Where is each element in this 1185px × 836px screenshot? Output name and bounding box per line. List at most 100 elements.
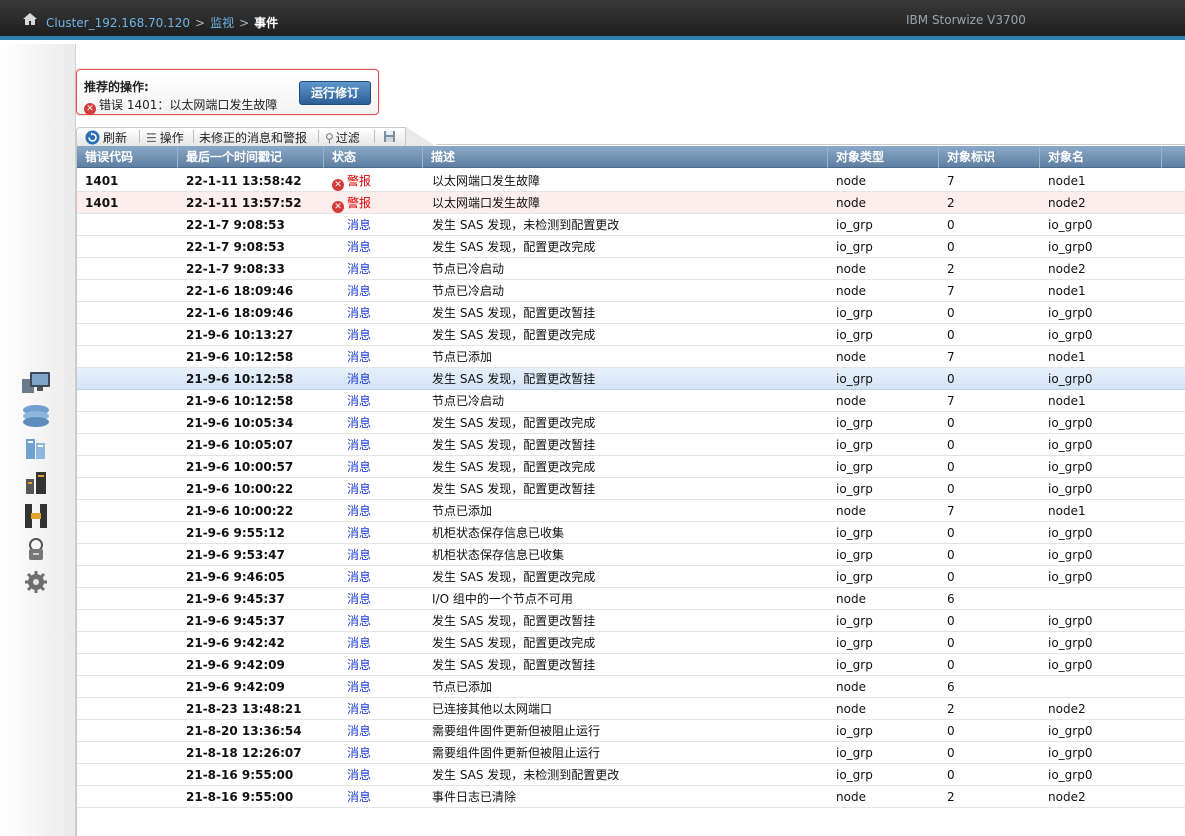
table-row[interactable]: 21-9-6 9:45:37 消息 发生 SAS 发现，配置更改暂挂 io_grp 0 i… [77,610,1185,632]
table-row[interactable]: 21-9-6 10:13:27 消息 发生 SAS 发现，配置更改完成 io_grp 0… [77,324,1185,346]
table-row[interactable]: 21-8-20 13:36:54 消息 需要组件固件更新但被阻止运行 io_grp 0 i… [77,720,1185,742]
save-icon[interactable] [383,130,396,143]
table-row[interactable]: 21-8-18 12:26:07 消息 需要组件固件更新但被阻止运行 io_grp 0 i… [77,742,1185,764]
hosts-icon[interactable] [20,469,52,497]
home-icon[interactable] [22,12,38,26]
error-code-cell [85,390,180,412]
error-code-cell [85,346,180,368]
table-row[interactable]: 21-8-23 13:48:21 消息 已连接其他以太网端口 node 2 node2 [77,698,1185,720]
table-row[interactable]: 21-9-6 9:46:05 消息 发生 SAS 发现，配置更改完成 io_grp 0 i… [77,566,1185,588]
table-row[interactable]: 21-9-6 9:53:47 消息 机柜状态保存信息已收集 io_grp 0 io_grp… [77,544,1185,566]
column-header-description[interactable]: 描述 [423,146,828,168]
object-type-cell: io_grp [836,526,873,540]
status-label: 消息 [347,438,372,452]
error-code-cell: 1401 [85,196,119,210]
object-name-cell [1048,588,1168,610]
table-row[interactable]: 21-9-6 10:05:07 消息 发生 SAS 发现，配置更改暂挂 io_grp 0… [77,434,1185,456]
timestamp-cell: 21-8-16 9:55:00 [186,790,294,804]
column-header-object-name[interactable]: 对象名 [1040,146,1162,168]
access-icon[interactable] [20,535,52,563]
status-cell: 消息 [332,500,424,522]
table-row[interactable]: 21-9-6 10:00:57 消息 发生 SAS 发现，配置更改完成 io_grp 0… [77,456,1185,478]
error-code-cell [85,434,180,456]
column-header-object-type[interactable]: 对象类型 [828,146,939,168]
table-row[interactable]: 21-9-6 9:55:12 消息 机柜状态保存信息已收集 io_grp 0 io_grp… [77,522,1185,544]
breadcrumb: Cluster_192.168.70.120 > 监视 > 事件 [46,14,278,31]
settings-icon[interactable] [20,568,52,596]
description-cell: 节点已添加 [432,350,493,364]
table-row[interactable]: 22-1-7 9:08:53 消息 发生 SAS 发现，未检测到配置更改 io_grp… [77,214,1185,236]
timestamp-cell: 21-8-23 13:48:21 [186,702,302,716]
table-row[interactable]: 22-1-7 9:08:53 消息 发生 SAS 发现，配置更改完成 io_grp 0 i… [77,236,1185,258]
status-cell: 消息 [332,522,424,544]
error-code-cell [85,610,180,632]
status-label: 消息 [347,284,372,298]
table-row[interactable]: 1401 22-1-11 13:57:52 ✕ 警报 以太网端口发生故障 node 2 nod… [77,192,1185,214]
table-row[interactable]: 21-9-6 9:42:09 消息 发生 SAS 发现，配置更改暂挂 io_grp 0 i… [77,654,1185,676]
status-cell: 消息 [332,390,424,412]
timestamp-cell: 21-9-6 9:42:09 [186,680,285,694]
breadcrumb-monitor[interactable]: 监视 [210,16,234,30]
timestamp-cell: 22-1-6 18:09:46 [186,284,294,298]
status-cell: 消息 [332,676,424,698]
timestamp-cell: 22-1-7 9:08:53 [186,240,285,254]
table-row[interactable]: 22-1-6 18:09:46 消息 节点已冷启动 node 7 node1 [77,280,1185,302]
status-label: 消息 [347,482,372,496]
table-row[interactable]: 22-1-7 9:08:33 消息 节点已冷启动 node 2 node2 [77,258,1185,280]
error-code-cell [85,544,180,566]
table-row[interactable]: 21-8-16 9:55:00 消息 事件日志已清除 node 2 node2 [77,786,1185,808]
table-row[interactable]: 21-9-6 10:12:58 消息 节点已冷启动 node 7 node1 [77,390,1185,412]
object-type-cell: node [836,680,866,694]
timestamp-cell: 21-9-6 9:53:47 [186,548,285,562]
alert-icon: ✕ [332,179,344,191]
object-type-cell: node [836,394,866,408]
pools-icon[interactable] [20,402,52,430]
object-id-cell: 0 [947,460,955,474]
status-cell: ✕ 警报 [332,192,424,214]
table-row[interactable]: 1401 22-1-11 13:58:42 ✕ 警报 以太网端口发生故障 node 7 nod… [77,170,1185,192]
filter-view-select[interactable]: 未修正的消息和警报 [199,129,307,146]
object-id-cell: 0 [947,306,955,320]
volumes-icon[interactable] [20,435,52,463]
object-name-cell: node1 [1048,394,1086,408]
timestamp-cell: 21-9-6 9:42:42 [186,636,285,650]
column-header-status[interactable]: 状态 [324,146,423,168]
table-row[interactable]: 21-8-16 9:55:00 消息 发生 SAS 发现，未检测到配置更改 io_gr… [77,764,1185,786]
breadcrumb-cluster[interactable]: Cluster_192.168.70.120 [46,16,190,30]
table-row[interactable]: 21-9-6 9:42:42 消息 发生 SAS 发现，配置更改完成 io_grp 0 i… [77,632,1185,654]
status-cell: 消息 [332,566,424,588]
object-type-cell: io_grp [836,746,873,760]
table-row[interactable]: 21-9-6 9:45:37 消息 I/O 组中的一个节点不可用 node 6 [77,588,1185,610]
table-row[interactable]: 22-1-6 18:09:46 消息 发生 SAS 发现，配置更改暂挂 io_grp 0… [77,302,1185,324]
column-header-error-code[interactable]: 错误代码 [77,146,178,168]
status-cell: 消息 [332,742,424,764]
object-name-cell: io_grp0 [1048,746,1093,760]
timestamp-cell: 21-9-6 10:00:22 [186,482,294,496]
error-code-cell [85,566,180,588]
object-id-cell: 7 [947,350,955,364]
timestamp-cell: 21-9-6 10:12:58 [186,350,294,364]
table-row[interactable]: 21-9-6 10:05:34 消息 发生 SAS 发现，配置更改完成 io_grp 0… [77,412,1185,434]
error-code-cell [85,632,180,654]
refresh-button[interactable]: 刷新 [85,129,127,146]
column-header-object-id[interactable]: 对象标识 [939,146,1040,168]
table-row[interactable]: 21-9-6 10:12:58 消息 节点已添加 node 7 node1 [77,346,1185,368]
status-label: 消息 [347,680,372,694]
actions-menu[interactable]: ☰ 操作 [146,129,184,146]
status-label: 消息 [347,262,372,276]
filter-button[interactable]: ⚲ 过滤 [325,129,360,146]
description-cell: 发生 SAS 发现，配置更改暂挂 [432,306,596,320]
status-label: 消息 [347,724,372,738]
table-row[interactable]: 21-9-6 9:42:09 消息 节点已添加 node 6 [77,676,1185,698]
copy-services-icon[interactable] [20,502,52,530]
run-fix-button[interactable]: 运行修订 [299,81,371,105]
monitor-icon[interactable] [20,369,52,397]
object-name-cell: io_grp0 [1048,218,1093,232]
column-header-last-timestamp[interactable]: 最后一个时间戳记 [178,146,324,168]
object-id-cell: 6 [947,680,955,694]
toolbar-separator [193,130,194,143]
table-row[interactable]: 21-9-6 10:00:22 消息 发生 SAS 发现，配置更改暂挂 io_grp 0… [77,478,1185,500]
table-row[interactable]: 21-9-6 10:12:58 消息 发生 SAS 发现，配置更改暂挂 io_grp 0… [77,368,1185,390]
table-row[interactable]: 21-9-6 10:00:22 消息 节点已添加 node 7 node1 [77,500,1185,522]
object-id-cell: 0 [947,416,955,430]
